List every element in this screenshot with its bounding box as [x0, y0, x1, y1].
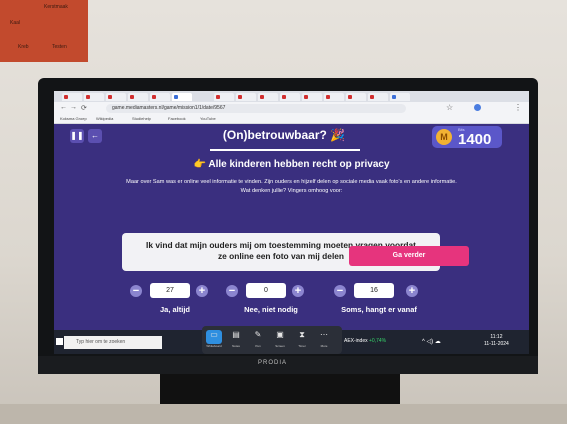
dock-label: Timer [298, 344, 306, 348]
page-title: (On)betrouwbaar? 🎉 [222, 128, 346, 142]
extension-icon[interactable] [474, 104, 481, 111]
browser-tab[interactable] [62, 93, 82, 101]
bookmark[interactable]: Studiehelp [132, 116, 151, 121]
timer-icon[interactable]: ⧗ [294, 330, 310, 344]
board-bezel-bottom [38, 356, 538, 374]
bookmark[interactable]: Facebook [168, 116, 186, 121]
notes-icon[interactable]: ▤ [228, 330, 244, 344]
stepper-label: Soms, hangt er vanaf [341, 305, 417, 314]
intro-line: Maar over Sam was er online veel informa… [126, 179, 457, 185]
dock-label: More [320, 344, 328, 348]
stepper-value[interactable]: 16 [354, 283, 394, 298]
ga-verder-button[interactable]: Ga verder [349, 246, 469, 266]
browser-tab-strip [54, 91, 529, 102]
chevron-up-icon[interactable]: ^ [422, 339, 425, 345]
floor [0, 404, 567, 424]
dock-label: Notes [232, 344, 240, 348]
stock-widget[interactable]: AEX-index +0,74% [344, 338, 386, 344]
screen-icon[interactable]: ▣ [272, 330, 288, 344]
clock-date: 11-11-2024 [484, 341, 509, 347]
dock-label: Screen [275, 344, 285, 348]
poster-cell: Kaal [10, 20, 21, 26]
browser-tab[interactable] [128, 93, 148, 101]
stepper-value[interactable]: 0 [246, 283, 286, 298]
dock-label: Pen [255, 344, 261, 348]
bookmark[interactable]: Koksma Groep [60, 116, 87, 121]
title-underline [210, 149, 360, 151]
browser-tab[interactable] [346, 93, 366, 101]
back-button[interactable]: ← [88, 129, 102, 143]
stepper-nee-niet-nodig: − 0 + Nee, niet nodig [226, 283, 316, 317]
minus-button[interactable]: − [334, 285, 346, 297]
whiteboard-app-icon[interactable]: ▭ [206, 330, 222, 344]
stepper-value[interactable]: 27 [150, 283, 190, 298]
minus-button[interactable]: − [130, 285, 142, 297]
browser-tab[interactable] [84, 93, 104, 101]
plus-button[interactable]: + [196, 285, 208, 297]
bits-counter: M Bits 1400 [432, 126, 502, 148]
plus-button[interactable]: + [406, 285, 418, 297]
intro-text: Maar over Sam was er online veel informa… [74, 178, 509, 196]
browser-tab[interactable] [324, 93, 344, 101]
brand-logo: PRODIA [258, 360, 288, 366]
app-header: ❚❚ ← (On)betrouwbaar? 🎉 M Bits 1400 [54, 124, 529, 150]
browser-address-bar: ← → ⟳ game.mediamasters.nl/game/mission1… [54, 102, 529, 115]
browser-tab[interactable] [302, 93, 322, 101]
taskbar-clock[interactable]: 11:12 11-11-2024 [484, 334, 509, 348]
intro-line: Wat denken jullie? Vingers omhoog voor: [240, 188, 343, 194]
pen-icon[interactable]: ✎ [250, 330, 266, 344]
browser-tab[interactable] [280, 93, 300, 101]
stock-name: AEX-index [344, 338, 368, 344]
bookmark[interactable]: YouTube [200, 116, 216, 121]
poster-cell: Testen [52, 44, 67, 50]
reload-icon[interactable]: ⟳ [81, 104, 87, 112]
clock-time: 11:12 [490, 334, 503, 340]
star-icon[interactable]: ☆ [446, 103, 453, 112]
browser-tab[interactable] [258, 93, 278, 101]
browser-tab-active[interactable] [172, 93, 192, 101]
forward-icon[interactable]: → [70, 104, 77, 111]
minus-button[interactable]: − [226, 285, 238, 297]
coin-icon: M [436, 129, 452, 145]
stepper-soms: − 16 + Soms, hangt er vanaf [334, 283, 424, 317]
menu-icon[interactable]: ⋮ [514, 103, 522, 112]
back-icon[interactable]: ← [60, 104, 67, 111]
dock-label: Whiteboard [206, 344, 222, 348]
poster-cell: Kreb [18, 44, 29, 50]
poster-cell: Kerstmaak [44, 4, 68, 10]
smartboard-screen: ← → ⟳ game.mediamasters.nl/game/mission1… [54, 91, 529, 354]
speaker-bar [160, 374, 400, 404]
browser-tab[interactable] [106, 93, 126, 101]
bits-value: 1400 [458, 131, 492, 148]
windows-taskbar: Typ hier om te zoeken ▭ ▤ ✎ ▣ ⧗ ⋯ Whiteb… [54, 326, 529, 354]
browser-tab[interactable] [390, 93, 410, 101]
browser-tab[interactable] [214, 93, 234, 101]
taskbar-search-input[interactable]: Typ hier om te zoeken [64, 336, 162, 349]
section-subtitle: 👉 Alle kinderen hebben recht op privacy [193, 159, 390, 170]
url-input[interactable]: game.mediamasters.nl/game/mission1/1/dat… [106, 104, 406, 113]
bookmark[interactable]: Wikipedia [96, 116, 113, 121]
system-tray[interactable]: ^ ◁) ☁ [422, 338, 441, 345]
stock-change: +0,74% [369, 338, 387, 344]
whiteboard-tools-dock: ▭ ▤ ✎ ▣ ⧗ ⋯ Whiteboard Notes Pen Screen … [202, 326, 342, 354]
windows-start-icon[interactable] [56, 338, 63, 345]
more-icon[interactable]: ⋯ [316, 330, 332, 344]
pause-button[interactable]: ❚❚ [70, 129, 84, 143]
wall-poster: Kerstmaak Kaal Kreb Testen [0, 0, 88, 62]
bookmarks-bar: Koksma Groep Wikipedia Studiehelp Facebo… [54, 115, 529, 124]
plus-button[interactable]: + [292, 285, 304, 297]
browser-tab[interactable] [236, 93, 256, 101]
browser-tab[interactable] [150, 93, 170, 101]
volume-icon[interactable]: ◁) [427, 339, 434, 345]
cloud-icon[interactable]: ☁ [435, 339, 441, 345]
browser-tab[interactable] [368, 93, 388, 101]
